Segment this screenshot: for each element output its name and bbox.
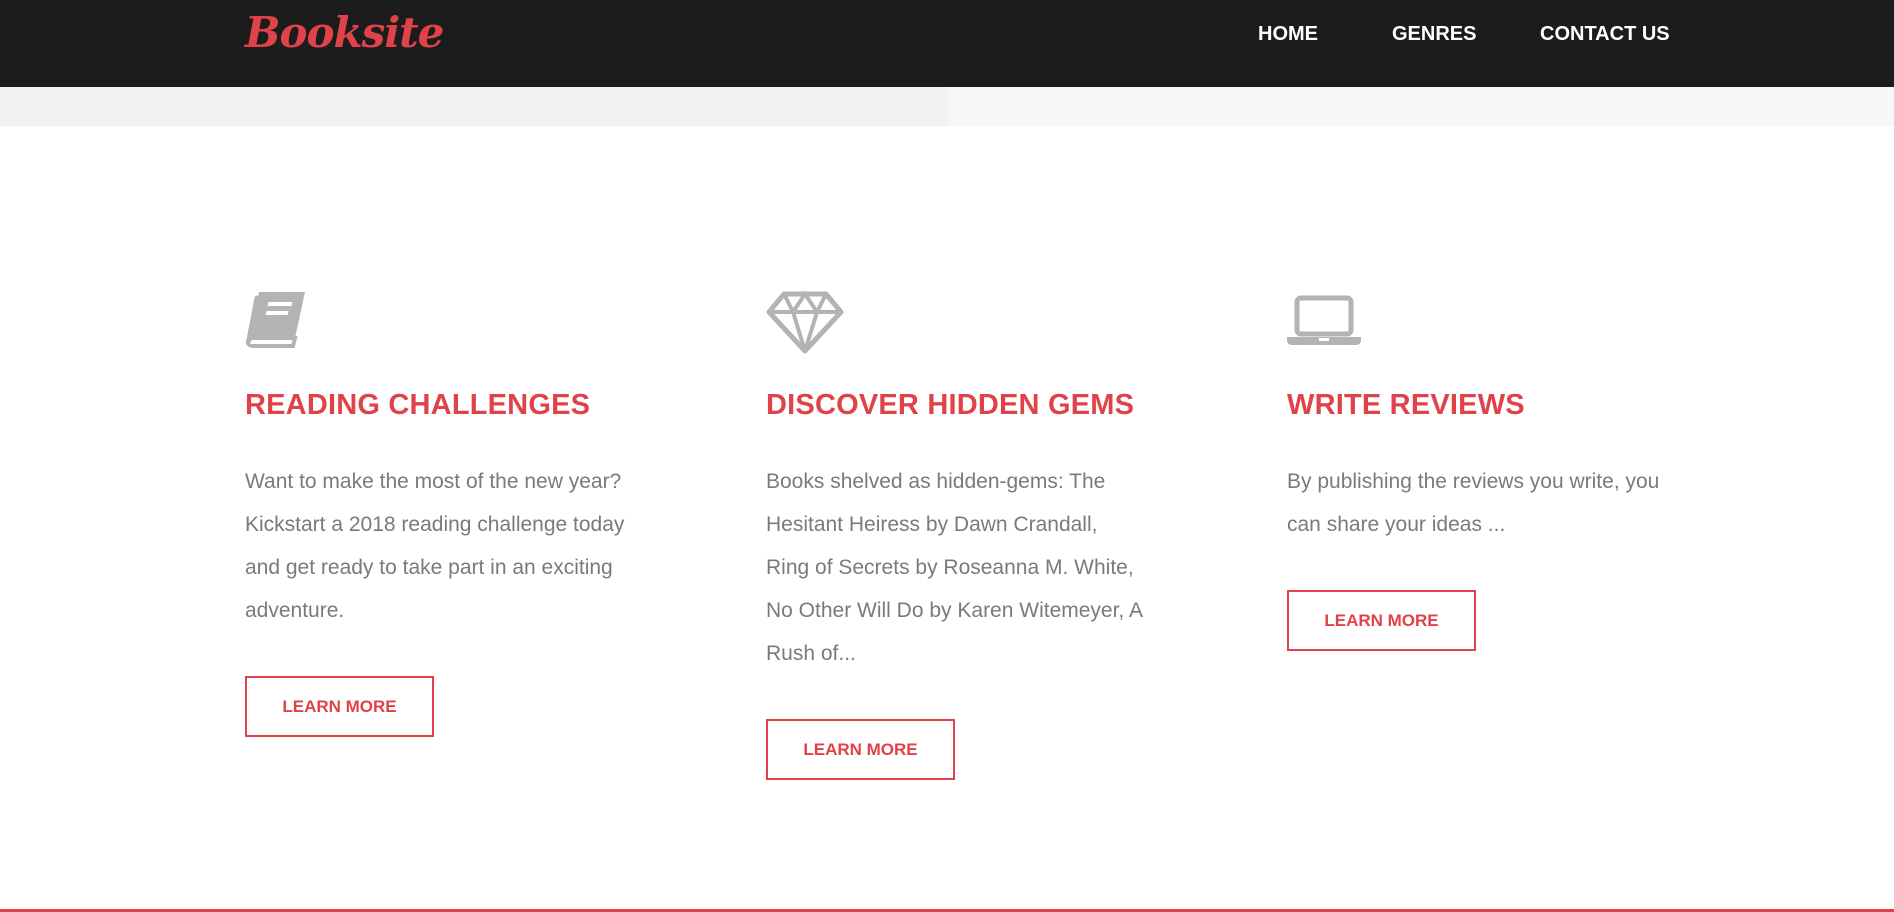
feature-hidden-gems: DISCOVER HIDDEN GEMS Books shelved as hi…	[766, 290, 1146, 780]
learn-more-button[interactable]: LEARN MORE	[1287, 590, 1476, 651]
feature-title: READING CHALLENGES	[245, 389, 591, 421]
hero-strip-left	[0, 87, 948, 126]
site-logo[interactable]: Booksite	[245, 6, 444, 60]
hero-strip-right	[948, 87, 1894, 126]
laptop-icon	[1287, 290, 1667, 358]
feature-description: By publishing the reviews you write, you…	[1287, 470, 1660, 536]
nav-genres[interactable]: GENRES	[1392, 0, 1476, 68]
feature-description: Books shelved as hidden-gems: The Hesita…	[766, 470, 1142, 665]
nav-home[interactable]: HOME	[1258, 0, 1318, 68]
diamond-icon	[766, 290, 1146, 358]
book-icon	[245, 290, 625, 358]
feature-description: Want to make the most of the new year? K…	[245, 470, 625, 622]
feature-write-reviews: WRITE REVIEWS By publishing the reviews …	[1287, 290, 1667, 651]
feature-title: DISCOVER HIDDEN GEMS	[766, 389, 1135, 421]
nav-contact-us[interactable]: CONTACT US	[1540, 0, 1670, 68]
learn-more-button[interactable]: LEARN MORE	[766, 719, 955, 780]
top-navbar: Booksite HOME GENRES CONTACT US	[0, 0, 1894, 87]
feature-reading-challenges: READING CHALLENGES Want to make the most…	[245, 290, 625, 737]
feature-title: WRITE REVIEWS	[1287, 389, 1525, 421]
learn-more-button[interactable]: LEARN MORE	[245, 676, 434, 737]
